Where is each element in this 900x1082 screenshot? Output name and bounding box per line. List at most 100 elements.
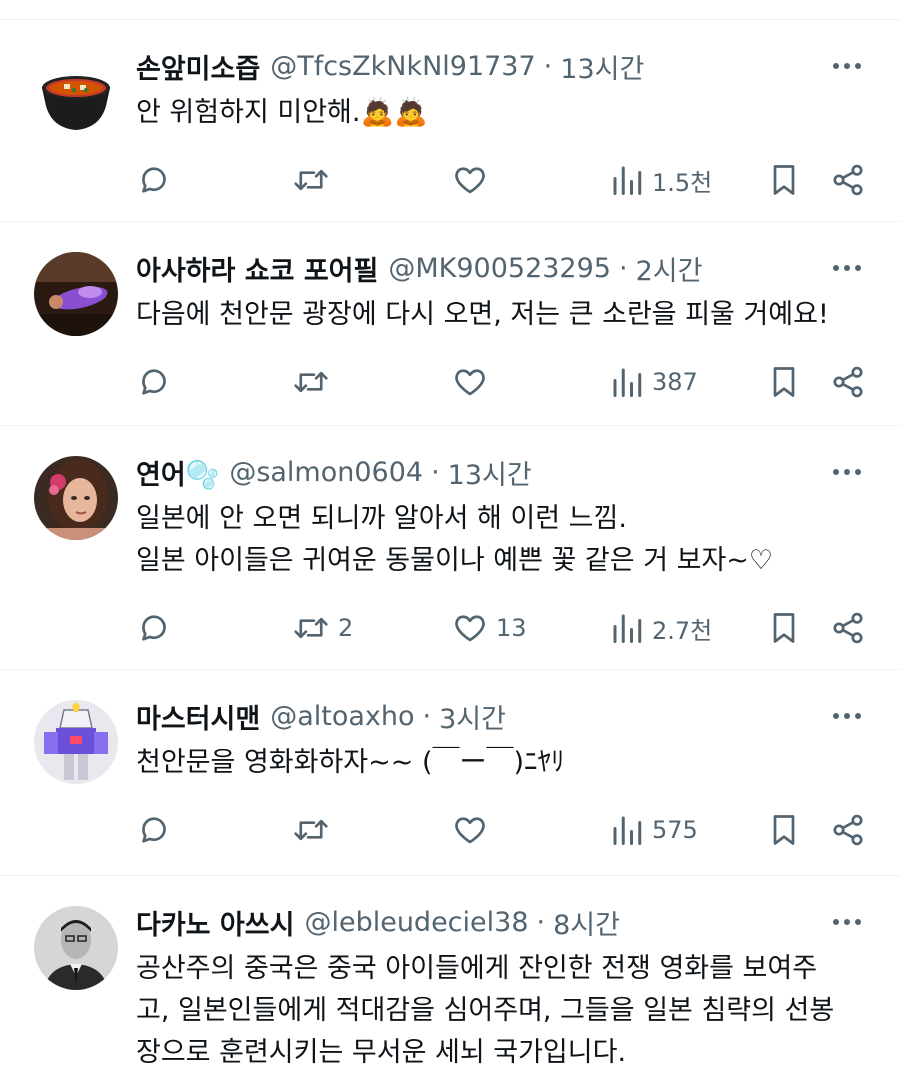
more-options-icon[interactable] — [830, 54, 864, 78]
retweet-icon — [294, 819, 328, 841]
retweet-icon — [294, 371, 328, 393]
tweet[interactable]: 마스터시맨 @altoaxho · 3시간 천안문을 영화화하자~~ (￣ー￣)… — [0, 670, 900, 876]
analytics-icon — [613, 614, 642, 643]
tweet-text-line: 다음에 천안문 광장에 다시 오면, 저는 큰 소란을 피울 거예요! — [136, 299, 829, 330]
timestamp[interactable]: 2시간 — [636, 249, 703, 288]
bookmark-button[interactable] — [768, 362, 800, 402]
tweet-header: 다카노 아쓰시 @lebleudeciel38 · 8시간 — [136, 902, 820, 942]
tweet-text-line: 공산주의 중국은 중국 아이들에게 잔인한 전쟁 영화를 보여주 — [136, 953, 818, 984]
view-count: 575 — [652, 816, 698, 844]
tweet-text-line: 일본 아이들은 귀여운 동물이나 예쁜 꽃 같은 거 보자~♡ — [136, 545, 774, 576]
heart-icon — [455, 615, 485, 642]
reply-button[interactable] — [136, 362, 180, 402]
views-button[interactable]: 575 — [610, 810, 698, 850]
reply-icon — [142, 615, 166, 641]
user-handle[interactable]: @lebleudeciel38 — [304, 907, 528, 938]
tweet-text-line: 장으로 훈련시키는 무서운 세뇌 국가입니다. — [136, 1037, 627, 1068]
bookmark-button[interactable] — [768, 608, 800, 648]
retweet-button[interactable] — [292, 160, 338, 200]
tweet-header: 연어🫧 @salmon0604 · 13시간 — [136, 452, 820, 492]
share-icon — [833, 366, 863, 398]
tweet-header: 마스터시맨 @altoaxho · 3시간 — [136, 696, 820, 736]
action-bar: 575 — [136, 810, 866, 850]
analytics-icon — [613, 368, 642, 397]
heart-icon — [455, 167, 485, 194]
retweet-icon — [294, 617, 328, 639]
bookmark-button[interactable] — [768, 810, 800, 850]
share-icon — [833, 164, 863, 196]
man-bw-portrait-icon — [34, 906, 118, 990]
tweet-header: 손앞미소즙 @TfcsZkNkNl91737 · 13시간 — [136, 46, 820, 86]
share-button[interactable] — [830, 608, 866, 648]
reply-button[interactable] — [136, 160, 180, 200]
retweet-button[interactable]: 2 — [292, 608, 353, 648]
views-button[interactable]: 387 — [610, 362, 698, 402]
share-button[interactable] — [830, 810, 866, 850]
display-name[interactable]: 마스터시맨 — [136, 697, 260, 736]
retweet-button[interactable] — [292, 362, 338, 402]
tweet[interactable]: 연어🫧 @salmon0604 · 13시간 일본에 안 오면 되니까 알아서 … — [0, 426, 900, 670]
timestamp[interactable]: 13시간 — [448, 453, 532, 492]
tweet-text-line: 고, 일본인들에게 적대감을 심어주며, 그들을 일본 침략의 선봉 — [136, 995, 835, 1026]
separator-dot: · — [536, 906, 546, 938]
tweet-text-line: 일본에 안 오면 되니까 알아서 해 이런 느낌. — [136, 503, 627, 534]
tweet-header: 아사하라 쇼코 포어필 @MK900523295 · 2시간 — [136, 248, 820, 288]
display-name[interactable]: 손앞미소즙 — [136, 47, 260, 86]
more-options-icon[interactable] — [830, 704, 864, 728]
action-bar: 1.5천 — [136, 160, 866, 200]
share-button[interactable] — [830, 362, 866, 402]
reply-icon — [142, 817, 166, 843]
like-button[interactable]: 13 — [452, 608, 527, 648]
reply-button[interactable] — [136, 810, 180, 850]
avatar[interactable] — [34, 906, 118, 990]
more-options-icon[interactable] — [830, 256, 864, 280]
timestamp[interactable]: 3시간 — [439, 697, 506, 736]
separator-dot: · — [431, 456, 440, 488]
avatar[interactable] — [34, 252, 118, 336]
views-button[interactable]: 1.5천 — [610, 160, 712, 200]
views-button[interactable]: 2.7천 — [610, 608, 712, 648]
share-button[interactable] — [830, 160, 866, 200]
tweet-text: 안 위험하지 미안해.🙇🙇 — [136, 92, 860, 134]
like-button[interactable] — [452, 160, 496, 200]
avatar[interactable] — [34, 700, 118, 784]
tweet-text-line: 안 위험하지 미안해.🙇🙇 — [136, 97, 428, 128]
retweet-button[interactable] — [292, 810, 338, 850]
user-handle[interactable]: @altoaxho — [270, 701, 414, 732]
robot-figure-icon — [34, 700, 118, 784]
reply-icon — [142, 369, 166, 395]
view-count: 387 — [652, 368, 698, 396]
like-button[interactable] — [452, 810, 496, 850]
more-options-icon[interactable] — [830, 910, 864, 934]
timestamp[interactable]: 13시간 — [560, 47, 644, 86]
analytics-icon — [613, 166, 642, 195]
tweet-text: 다음에 천안문 광장에 다시 오면, 저는 큰 소란을 피울 거예요! — [136, 294, 860, 336]
display-name[interactable]: 연어🫧 — [136, 453, 219, 492]
user-handle[interactable]: @MK900523295 — [388, 253, 611, 284]
user-handle[interactable]: @salmon0604 — [229, 457, 423, 488]
purple-figure-photo-icon — [34, 252, 118, 336]
miso-soup-bowl-icon — [34, 54, 118, 138]
tweet-text: 천안문을 영화화하자~~ (￣ー￣)ﾆﾔﾘ — [136, 742, 860, 784]
timestamp[interactable]: 8시간 — [553, 903, 620, 942]
separator-dot: · — [422, 700, 432, 732]
tweet[interactable]: 아사하라 쇼코 포어필 @MK900523295 · 2시간 다음에 천안문 광… — [0, 222, 900, 426]
avatar[interactable] — [34, 456, 118, 540]
tweet-text: 공산주의 중국은 중국 아이들에게 잔인한 전쟁 영화를 보여주 고, 일본인들… — [136, 948, 860, 1074]
display-name[interactable]: 다카노 아쓰시 — [136, 903, 294, 942]
user-handle[interactable]: @TfcsZkNkNl91737 — [270, 51, 535, 82]
tweet[interactable]: 손앞미소즙 @TfcsZkNkNl91737 · 13시간 안 위험하지 미안해… — [0, 20, 900, 222]
reply-button[interactable] — [136, 608, 180, 648]
more-options-icon[interactable] — [830, 460, 864, 484]
bookmark-button[interactable] — [768, 160, 800, 200]
display-name[interactable]: 아사하라 쇼코 포어필 — [136, 249, 378, 288]
bookmark-icon — [773, 815, 795, 845]
heart-icon — [455, 369, 485, 396]
action-bar: 387 — [136, 362, 866, 402]
avatar[interactable] — [34, 54, 118, 138]
tweet[interactable]: 다카노 아쓰시 @lebleudeciel38 · 8시간 공산주의 중국은 중… — [0, 876, 900, 1082]
view-count: 2.7천 — [652, 616, 713, 645]
like-button[interactable] — [452, 362, 496, 402]
reply-icon — [142, 167, 166, 193]
retweet-icon — [294, 169, 328, 191]
